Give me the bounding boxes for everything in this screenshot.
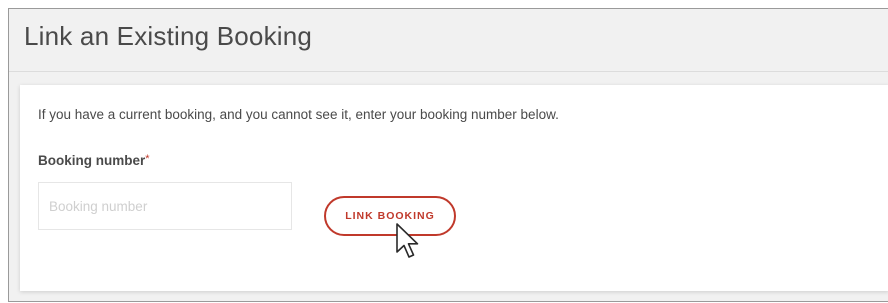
mouse-pointer-icon [396,223,419,258]
link-booking-panel: Link an Existing Booking If you have a c… [8,8,888,302]
header-divider [9,71,888,72]
required-marker: * [145,153,150,165]
intro-text: If you have a current booking, and you c… [38,107,559,122]
booking-number-label: Booking number* [38,153,150,168]
booking-number-input[interactable] [38,182,292,230]
link-booking-button[interactable]: LINK BOOKING [324,196,456,236]
page-title: Link an Existing Booking [24,21,313,51]
booking-number-label-text: Booking number [38,153,146,168]
booking-card: If you have a current booking, and you c… [20,85,888,291]
